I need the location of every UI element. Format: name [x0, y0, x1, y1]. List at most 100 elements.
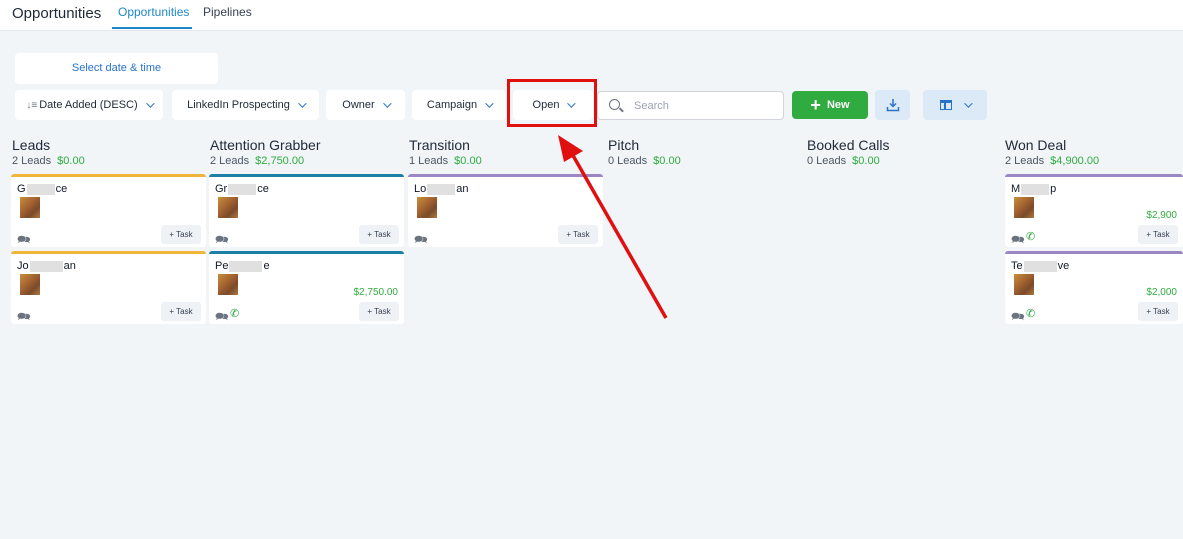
sort-dropdown[interactable]: ↓≡ Date Added (DESC) — [15, 90, 163, 120]
opportunity-card[interactable]: Jo an 🗪 + Task — [11, 251, 206, 324]
phone-icon[interactable]: ✆ — [1026, 307, 1035, 320]
campaign-label: Campaign — [426, 99, 478, 111]
app-title: Opportunities — [12, 5, 102, 22]
name-start: M — [1011, 183, 1021, 195]
contact-name[interactable]: Lo an — [414, 183, 469, 195]
name-start: Jo — [17, 260, 29, 272]
redacted-name — [26, 183, 55, 195]
pipeline-column-booked-calls: Booked Calls 0 Leads $0.00 — [807, 137, 1002, 167]
column-amount: $2,750.00 — [255, 155, 305, 167]
column-count: 2 Leads — [1005, 155, 1045, 167]
card-amount: $2,000 — [1146, 287, 1177, 298]
chevron-down-icon — [382, 99, 392, 108]
column-amount: $0.00 — [852, 155, 880, 167]
phone-icon[interactable]: ✆ — [1026, 230, 1035, 243]
tab-pipelines[interactable]: Pipelines — [203, 5, 252, 19]
add-task-button[interactable]: + Task — [1138, 302, 1178, 321]
avatar — [20, 274, 40, 295]
add-task-button[interactable]: + Task — [1138, 225, 1178, 244]
board-view-icon — [940, 100, 952, 110]
name-start: Gr — [215, 183, 228, 195]
conversation-icon[interactable]: 🗪 — [414, 231, 428, 250]
card-amount: $2,750.00 — [353, 287, 399, 298]
avatar — [417, 197, 437, 218]
contact-name[interactable]: Jo an — [17, 260, 76, 272]
conversation-icon[interactable]: 🗪 — [17, 308, 31, 327]
name-start: G — [17, 183, 26, 195]
column-count: 2 Leads — [12, 155, 52, 167]
conversation-icon[interactable]: 🗪 — [215, 231, 229, 250]
redacted-name — [427, 183, 456, 195]
owner-dropdown[interactable]: Owner — [326, 90, 405, 120]
new-opportunity-button[interactable]: + New — [792, 91, 868, 119]
avatar — [1014, 197, 1034, 218]
contact-name[interactable]: Gr ce — [215, 183, 269, 195]
column-title: Booked Calls — [807, 137, 890, 153]
chevron-down-icon — [145, 99, 155, 108]
avatar — [1014, 274, 1034, 295]
name-end: ve — [1057, 260, 1070, 272]
avatar — [20, 197, 40, 218]
pipeline-label: LinkedIn Prospecting — [187, 99, 290, 111]
column-count: 1 Leads — [409, 155, 449, 167]
download-icon — [886, 99, 899, 112]
redacted-name — [29, 260, 63, 272]
view-toggle-button[interactable] — [923, 90, 987, 120]
add-task-button[interactable]: + Task — [558, 225, 598, 244]
tab-opportunities[interactable]: Opportunities — [118, 5, 189, 19]
opportunity-card[interactable]: Mp $2,900 🗪 ✆ + Task — [1005, 174, 1183, 247]
column-title: Transition — [409, 137, 470, 153]
column-title: Attention Grabber — [210, 137, 321, 153]
sort-label: Date Added (DESC) — [39, 99, 138, 111]
opportunity-card[interactable]: Pe e $2,750.00 🗪 ✆ + Task — [209, 251, 404, 324]
add-task-button[interactable]: + Task — [161, 225, 201, 244]
pipeline-column-leads: Leads 2 Leads $0.00 — [12, 137, 207, 167]
phone-icon[interactable]: ✆ — [230, 307, 239, 320]
add-task-button[interactable]: + Task — [359, 302, 399, 321]
column-amount: $0.00 — [57, 155, 85, 167]
opportunity-card[interactable]: Gr ce 🗪 + Task — [209, 174, 404, 247]
redacted-name — [228, 183, 257, 195]
opportunity-card[interactable]: Te ve $2,000 🗪 ✆ + Task — [1005, 251, 1183, 324]
name-start: Te — [1011, 260, 1023, 272]
conversation-icon[interactable]: 🗪 — [17, 231, 31, 250]
download-button[interactable] — [875, 90, 910, 120]
name-end: an — [456, 183, 469, 195]
opportunity-card[interactable]: Lo an 🗪 + Task — [408, 174, 603, 247]
contact-name[interactable]: Mp — [1011, 183, 1056, 195]
add-task-button[interactable]: + Task — [359, 225, 399, 244]
redacted-name — [1021, 183, 1050, 195]
contact-name[interactable]: Gce — [17, 183, 67, 195]
card-amount: $2,900 — [1146, 210, 1177, 221]
name-end: ce — [257, 183, 269, 195]
name-end: p — [1050, 183, 1057, 195]
conversation-icon[interactable]: 🗪 — [215, 308, 229, 327]
conversation-icon[interactable]: 🗪 — [1011, 231, 1025, 250]
search-box[interactable] — [597, 91, 784, 120]
opportunity-card[interactable]: Gce 🗪 + Task — [11, 174, 206, 247]
column-title: Won Deal — [1005, 137, 1067, 153]
add-task-button[interactable]: + Task — [161, 302, 201, 321]
conversation-icon[interactable]: 🗪 — [1011, 308, 1025, 327]
top-bar: Opportunities Opportunities Pipelines — [0, 0, 1183, 31]
pipeline-dropdown[interactable]: LinkedIn Prospecting — [172, 90, 319, 120]
contact-name[interactable]: Te ve — [1011, 260, 1069, 272]
column-count: 0 Leads — [608, 155, 648, 167]
campaign-dropdown[interactable]: Campaign — [412, 90, 506, 120]
search-input[interactable] — [634, 97, 774, 115]
search-icon — [609, 99, 620, 110]
chevron-down-icon — [298, 99, 307, 108]
column-title: Pitch — [608, 137, 640, 153]
column-count: 2 Leads — [210, 155, 250, 167]
chevron-down-icon — [964, 99, 973, 108]
contact-name[interactable]: Pe e — [215, 260, 270, 272]
owner-label: Owner — [342, 99, 375, 111]
column-count: 0 Leads — [807, 155, 847, 167]
name-start: Pe — [215, 260, 229, 272]
plus-icon: + — [810, 95, 821, 115]
chevron-down-icon — [485, 99, 494, 108]
redacted-name — [1023, 260, 1057, 272]
date-picker[interactable]: Select date & time — [15, 53, 218, 84]
column-title: Leads — [12, 137, 51, 153]
pipeline-column-attention-grabber: Attention Grabber 2 Leads $2,750.00 — [210, 137, 405, 167]
